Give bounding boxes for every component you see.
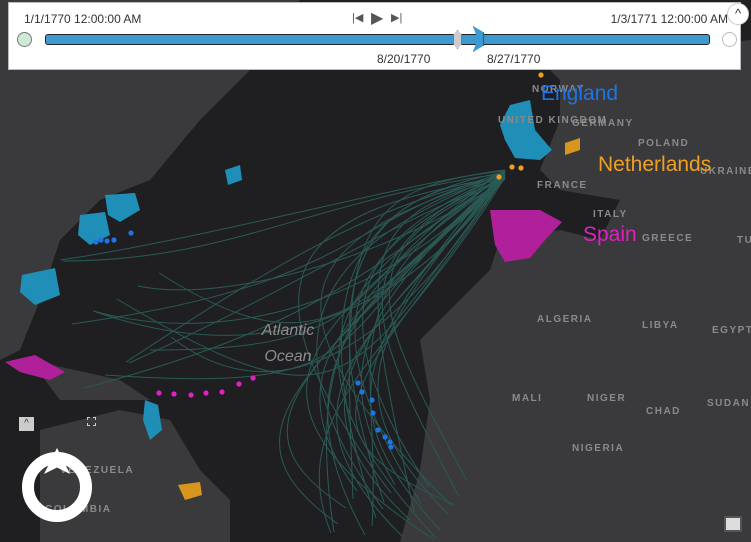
spain-territory-cuba <box>5 355 65 380</box>
ship-position-dot[interactable] <box>509 164 515 170</box>
country-label: GREECE <box>642 233 694 244</box>
voyage-track <box>71 171 506 325</box>
ship-position-dot[interactable] <box>111 237 117 243</box>
country-label: MALI <box>512 393 543 404</box>
ship-position-dot[interactable] <box>359 389 365 395</box>
play-icon[interactable]: ▶ <box>371 8 383 28</box>
ship-position-dot[interactable] <box>370 410 376 416</box>
country-label: LIBYA <box>642 320 679 331</box>
current-start-label: 8/20/1770 <box>377 52 431 66</box>
start-time-label: 1/1/1770 12:00:00 AM <box>24 12 142 26</box>
legend-icon[interactable] <box>724 516 742 532</box>
collapse-slider-button[interactable]: ^ <box>727 3 749 25</box>
time-slider-panel: 1/1/1770 12:00:00 AM 1/3/1771 12:00:00 A… <box>8 2 741 70</box>
nation-label-netherlands: Netherlands <box>598 153 712 176</box>
ship-position-dot[interactable] <box>93 239 99 245</box>
country-label: NIGERIA <box>572 443 625 454</box>
ship-position-dot[interactable] <box>369 397 375 403</box>
ocean-label: Atlantic Ocean <box>261 322 315 365</box>
clock-icon[interactable] <box>17 32 32 47</box>
next-icon[interactable]: ▶| <box>391 11 402 24</box>
country-label: SUDAN <box>707 398 751 409</box>
current-end-label: 8/27/1770 <box>487 52 541 66</box>
end-time-label: 1/3/1771 12:00:00 AM <box>610 12 728 26</box>
ship-position-dot[interactable] <box>98 237 104 243</box>
country-label: TU <box>737 235 751 246</box>
country-label: ALGERIA <box>537 314 593 325</box>
time-extent-icon[interactable] <box>722 32 737 47</box>
ship-position-dot[interactable] <box>236 381 242 387</box>
ship-position-dot[interactable] <box>375 427 381 433</box>
country-label: NIGER <box>587 393 627 404</box>
time-track[interactable] <box>45 34 710 45</box>
ship-position-dot[interactable] <box>104 238 110 244</box>
ship-position-dot[interactable] <box>387 439 393 445</box>
ship-position-dot[interactable] <box>219 389 225 395</box>
ship-position-dot[interactable] <box>496 174 502 180</box>
country-label: GERMANY <box>572 118 634 129</box>
ship-position-dot[interactable] <box>188 392 194 398</box>
ship-position-dot[interactable] <box>518 165 524 171</box>
nation-label-england: England <box>541 82 619 105</box>
nation-label-spain: Spain <box>583 223 637 246</box>
ship-position-dot[interactable] <box>171 391 177 397</box>
ship-position-dot[interactable] <box>203 390 209 396</box>
previous-icon[interactable]: |◀ <box>352 11 363 24</box>
ship-position-dot[interactable] <box>128 230 134 236</box>
extent-icon[interactable] <box>87 417 96 426</box>
ship-position-dot[interactable] <box>250 375 256 381</box>
land-masses <box>0 0 751 542</box>
country-label: FRANCE <box>537 180 588 191</box>
ship-position-dot[interactable] <box>382 434 388 440</box>
country-label: CHAD <box>646 406 681 417</box>
country-label: POLAND <box>638 138 690 149</box>
country-label: EGYPT <box>712 325 751 336</box>
map-canvas[interactable] <box>0 0 751 542</box>
ship-position-dot[interactable] <box>388 444 394 450</box>
start-thumb[interactable] <box>453 30 462 49</box>
pan-up-button[interactable]: ^ <box>19 417 34 431</box>
ship-position-dot[interactable] <box>355 380 361 386</box>
ship-position-dot[interactable] <box>538 72 544 78</box>
country-label: ITALY <box>593 209 628 220</box>
ship-position-dot[interactable] <box>156 390 162 396</box>
